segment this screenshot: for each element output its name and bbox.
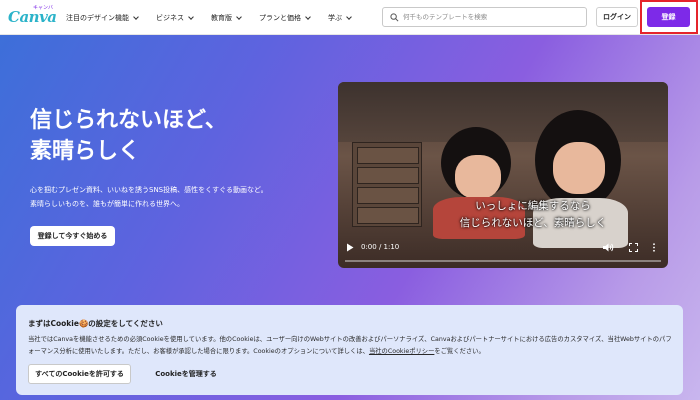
chevron-down-icon xyxy=(188,13,194,20)
chevron-down-icon xyxy=(305,13,311,20)
login-button[interactable]: ログイン xyxy=(596,7,638,27)
template-search-box[interactable] xyxy=(382,7,587,27)
nav-item-label: プランと価格 xyxy=(259,13,301,22)
cookie-consent-banner: まずはCookie🍪の設定をしてください 当社ではCanvaを機能させるための必… xyxy=(16,305,683,395)
manage-cookies-button[interactable]: Cookieを管理する xyxy=(140,364,232,384)
cookie-policy-link[interactable]: 当社のCookieポリシー xyxy=(369,348,434,355)
chevron-down-icon xyxy=(346,13,352,20)
hero-description: 心を掴むプレゼン資料、いいねを誘うSNS投稿、感性をくすぐる動画など。 素晴らし… xyxy=(30,183,340,211)
nav-item-design-features[interactable]: 注目のデザイン機能 xyxy=(62,8,142,28)
cookie-text-body: 当社ではCanvaを機能させるための必須Cookieを使用しています。他のCoo… xyxy=(28,336,672,355)
allow-all-cookies-button[interactable]: すべてのCookieを許可する xyxy=(28,364,131,384)
cookie-banner-title: まずはCookie🍪の設定をしてください xyxy=(28,319,163,328)
nav-item-label: 学ぶ xyxy=(328,13,342,22)
fullscreen-icon[interactable] xyxy=(629,243,638,252)
nav-item-education[interactable]: 教育版 xyxy=(207,8,245,28)
logo-katakana: キャンバ xyxy=(33,5,54,11)
volume-icon[interactable] xyxy=(603,243,614,252)
play-icon[interactable] xyxy=(346,243,354,252)
search-input[interactable] xyxy=(403,13,583,21)
signup-button[interactable]: 登録 xyxy=(647,7,690,27)
cookie-text-tail: をご覧ください。 xyxy=(434,348,485,355)
video-progress-bar[interactable] xyxy=(345,260,661,262)
chevron-down-icon xyxy=(236,13,242,20)
hero-title-line: 素晴らしく xyxy=(30,139,141,164)
video-caption-line: 信じられないほど、素晴らしく xyxy=(459,217,607,229)
hero-description-line: 素晴らしいものを、誰もが簡単に作れる世界へ。 xyxy=(30,200,184,208)
hero-title: 信じられないほど、 素晴らしく xyxy=(30,105,310,167)
nav-item-label: 教育版 xyxy=(211,13,232,22)
video-time-readout: 0:00 / 1:10 xyxy=(361,243,400,251)
hero-section: 信じられないほど、 素晴らしく 心を掴むプレゼン資料、いいねを誘うSNS投稿、感… xyxy=(0,35,700,400)
canva-logo[interactable]: Canva キャンバ xyxy=(8,5,57,27)
hero-description-line: 心を掴むプレゼン資料、いいねを誘うSNS投稿、感性をくすぐる動画など。 xyxy=(30,186,268,194)
chevron-down-icon xyxy=(133,13,139,20)
nav-item-learn[interactable]: 学ぶ xyxy=(324,8,355,28)
more-options-icon[interactable] xyxy=(652,243,656,252)
nav-item-label: 注目のデザイン機能 xyxy=(66,13,129,22)
cookie-banner-text: 当社ではCanvaを機能させるための必須Cookieを使用しています。他のCoo… xyxy=(28,334,676,358)
nav-item-label: ビジネス xyxy=(156,13,184,22)
nav-item-business[interactable]: ビジネス xyxy=(152,8,197,28)
hero-signup-button[interactable]: 登録して今すぐ始める xyxy=(30,226,115,246)
nav-item-plans-pricing[interactable]: プランと価格 xyxy=(255,8,314,28)
top-navigation-bar: Canva キャンバ 注目のデザイン機能 ビジネス 教育版 プランと価格 学ぶ xyxy=(0,0,700,35)
main-nav: 注目のデザイン機能 ビジネス 教育版 プランと価格 学ぶ xyxy=(62,0,365,35)
video-caption-line: いっしょに編集するなら xyxy=(475,200,591,212)
hero-title-line: 信じられないほど、 xyxy=(30,108,227,133)
video-controls: 0:00 / 1:10 xyxy=(338,242,668,268)
promo-video-player[interactable]: いっしょに編集するなら 信じられないほど、素晴らしく 0:00 / 1:10 xyxy=(338,82,668,268)
search-icon xyxy=(390,12,399,21)
